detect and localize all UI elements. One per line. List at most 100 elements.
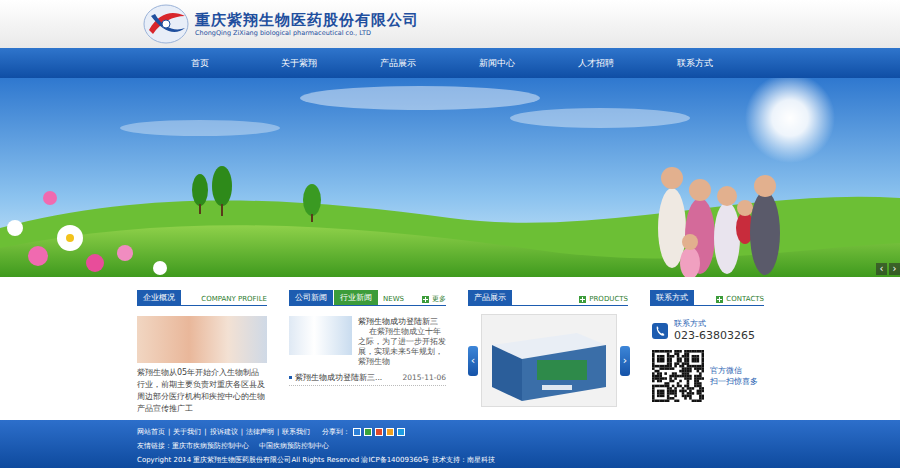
footer-links: 网站首页|关于我们|投诉建议|法律声明|联系我们分享到： bbox=[137, 425, 900, 439]
footer-link[interactable]: 关于我们 bbox=[173, 425, 201, 439]
news-featured-title[interactable]: 紫翔生物成功登陆新三 bbox=[358, 316, 446, 327]
header: 重庆紫翔生物医药股份有限公司ChongQing ZiXiang biologic… bbox=[0, 0, 900, 48]
wechat-label: 官方微信 bbox=[710, 365, 758, 376]
news-featured: 紫翔生物成功登陆新三在紫翔生物成立十年之际，为了进一步开拓发展，实现未来5年规划… bbox=[289, 316, 446, 367]
copyright: Copyright 2014 重庆紫翔生物医药股份有限公司All Rights … bbox=[137, 453, 900, 467]
section-header: 联系方式CONTACTS bbox=[650, 290, 764, 306]
wechat-row: 官方微信扫一扫惊喜多 bbox=[650, 350, 764, 402]
profile-text: 紫翔生物从05年开始介入生物制品行业，前期主要负责对重庆各区县及周边部分医疗机构… bbox=[137, 367, 267, 415]
section-header: 产品展示 PRODUCTS bbox=[468, 290, 628, 306]
nav-label[interactable]: 新闻中心 bbox=[479, 58, 515, 68]
nav-bar: 首页 关于紫翔 产品展示 新闻中心 人才招聘 联系方式 bbox=[0, 48, 900, 78]
bullet bbox=[289, 376, 292, 379]
share-icon[interactable] bbox=[386, 428, 394, 436]
news-tab[interactable]: 行业新闻 bbox=[334, 290, 378, 305]
product-box-icon bbox=[482, 315, 616, 406]
more-text[interactable]: 更多 bbox=[432, 293, 446, 305]
columns: 企业概况 COMPANY PROFILE 紫翔生物从05年开始介入生物制品行业，前期… bbox=[137, 290, 764, 415]
subtitle-text[interactable]: PRODUCTS bbox=[589, 293, 628, 305]
banner-photo bbox=[0, 78, 900, 277]
section-header: 企业概况 COMPANY PROFILE bbox=[137, 290, 267, 306]
phone bbox=[652, 323, 668, 339]
friend-links: 友情链接：重庆市疾病预防控制中心中国疾病预防控制中心 bbox=[137, 439, 900, 453]
section-title: 企业概况 bbox=[137, 290, 181, 305]
section-title: 产品展示 bbox=[468, 290, 512, 305]
qr-code-icon bbox=[652, 350, 704, 402]
footer-link[interactable]: 联系我们 bbox=[282, 425, 310, 439]
phone-text: 联系方式023-63803265 bbox=[674, 318, 755, 343]
content: 企业概况 COMPANY PROFILE 紫翔生物从05年开始介入生物制品行业，前期… bbox=[0, 277, 900, 420]
news-item[interactable]: 紫翔生物成功登陆新三... 2015-11-06 bbox=[289, 372, 446, 386]
footer-link[interactable]: 网站首页 bbox=[137, 425, 165, 439]
carousel-prev-button[interactable]: ‹ bbox=[468, 346, 478, 376]
contact-section: 联系方式CONTACTS联系方式023-63803265官方微信扫一扫惊喜多 bbox=[650, 290, 764, 415]
nav-item[interactable]: 首页 bbox=[150, 48, 249, 78]
news-tab[interactable]: 公司新闻 bbox=[289, 290, 333, 305]
friend-link[interactable]: 重庆市疾病预防控制中心 bbox=[172, 439, 249, 453]
profile-photo bbox=[137, 316, 267, 363]
section-subtitle[interactable]: COMPANY PROFILE bbox=[201, 293, 267, 305]
brand-text: 重庆紫翔生物医药股份有限公司ChongQing ZiXiang biologic… bbox=[195, 11, 419, 38]
tab-label[interactable]: 公司新闻 bbox=[295, 293, 327, 302]
footer-link[interactable]: 法律声明 bbox=[246, 425, 274, 439]
banner-next-button[interactable]: › bbox=[889, 263, 900, 275]
plus-icon bbox=[716, 296, 723, 303]
nav-label[interactable]: 产品展示 bbox=[380, 58, 416, 68]
friend-link[interactable]: 中国疾病预防控制中心 bbox=[259, 439, 329, 453]
news-item-title[interactable]: 紫翔生物成功登陆新三... bbox=[295, 372, 382, 383]
nav-item[interactable]: 关于紫翔 bbox=[249, 48, 348, 78]
nav-label[interactable]: 联系方式 bbox=[677, 58, 713, 68]
nav-item[interactable]: 人才招聘 bbox=[546, 48, 645, 78]
plus-icon bbox=[579, 296, 586, 303]
phone-row: 联系方式023-63803265 bbox=[650, 318, 764, 343]
phone-number: 023-63803265 bbox=[674, 329, 755, 343]
tab-label[interactable]: 行业新闻 bbox=[340, 293, 372, 302]
company-name-en: ChongQing ZiXiang biological pharmaceuti… bbox=[195, 29, 419, 38]
phone-label: 联系方式 bbox=[674, 318, 755, 329]
company-name: 重庆紫翔生物医药股份有限公司 bbox=[195, 11, 419, 29]
wechat-hint: 扫一扫惊喜多 bbox=[710, 376, 758, 387]
plus-icon bbox=[422, 296, 429, 303]
share-icon[interactable] bbox=[353, 428, 361, 436]
more-link[interactable]: CONTACTS bbox=[716, 293, 764, 305]
news-photo bbox=[289, 316, 352, 355]
news-item-date: 2015-11-06 bbox=[402, 372, 446, 383]
news-featured-desc: 在紫翔生物成立十年之际，为了进一步开拓发展，实现未来5年规划，紫翔生物 bbox=[358, 327, 446, 367]
section-subtitle: NEWS bbox=[383, 293, 404, 305]
qr bbox=[652, 350, 704, 402]
more-link[interactable]: 更多 bbox=[422, 293, 446, 305]
nav-item[interactable]: 联系方式 bbox=[645, 48, 744, 78]
more-link[interactable]: PRODUCTS bbox=[579, 293, 628, 305]
brand[interactable]: 重庆紫翔生物医药股份有限公司ChongQing ZiXiang biologic… bbox=[141, 0, 900, 48]
nav-list: 首页 关于紫翔 产品展示 新闻中心 人才招聘 联系方式 bbox=[150, 48, 744, 78]
news-list: 紫翔生物成功登陆新三... 2015-11-06 bbox=[289, 372, 446, 386]
banner-arrows: ‹› bbox=[876, 263, 900, 275]
footer-link[interactable]: 投诉建议 bbox=[210, 425, 238, 439]
friend-label: 友情链接： bbox=[137, 439, 172, 453]
profile-section: 企业概况 COMPANY PROFILE 紫翔生物从05年开始介入生物制品行业，前期… bbox=[137, 290, 267, 415]
section-header: 公司新闻 行业新闻 NEWS 更多 bbox=[289, 290, 446, 306]
nav-label[interactable]: 关于紫翔 bbox=[281, 58, 317, 68]
footer: 网站首页|关于我们|投诉建议|法律声明|联系我们分享到：友情链接：重庆市疾病预防… bbox=[0, 420, 900, 468]
nav-item[interactable]: 产品展示 bbox=[348, 48, 447, 78]
subtitle-text[interactable]: COMPANY PROFILE bbox=[201, 293, 267, 305]
share-label: 分享到： bbox=[322, 425, 350, 439]
logo bbox=[141, 2, 191, 46]
separator: | bbox=[168, 425, 170, 439]
product-photo[interactable] bbox=[481, 314, 617, 407]
share-icon[interactable] bbox=[397, 428, 405, 436]
phone-icon bbox=[652, 323, 668, 339]
separator: | bbox=[241, 425, 243, 439]
news-featured-text: 紫翔生物成功登陆新三在紫翔生物成立十年之际，为了进一步开拓发展，实现未来5年规划… bbox=[358, 316, 446, 367]
nav-label[interactable]: 首页 bbox=[191, 58, 209, 68]
carousel-next-button[interactable]: › bbox=[620, 346, 630, 376]
product-carousel: ‹› bbox=[468, 314, 628, 407]
subtitle-text[interactable]: CONTACTS bbox=[726, 293, 764, 305]
wechat-text: 官方微信扫一扫惊喜多 bbox=[710, 365, 758, 387]
nav-label[interactable]: 人才招聘 bbox=[578, 58, 614, 68]
nav-item[interactable]: 新闻中心 bbox=[447, 48, 546, 78]
news-section: 公司新闻 行业新闻 NEWS 更多紫翔生物成功登陆新三在紫翔生物成立十年之际，为了进一… bbox=[289, 290, 446, 415]
share-icon[interactable] bbox=[364, 428, 372, 436]
share-icon[interactable] bbox=[375, 428, 383, 436]
banner-prev-button[interactable]: ‹ bbox=[876, 263, 887, 275]
